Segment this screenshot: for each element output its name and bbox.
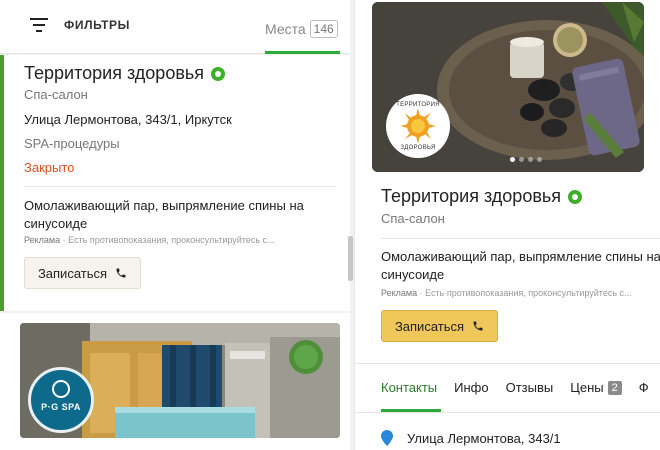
- tab-contacts[interactable]: Контакты: [381, 380, 437, 395]
- place-photo-gallery[interactable]: ТЕРРИТОРИЯ ЗДОРОВЬЯ: [372, 2, 644, 172]
- gallery-dot[interactable]: [537, 157, 542, 162]
- tab-photos[interactable]: Ф: [639, 380, 649, 395]
- ad-disclaimer-text: Есть противопоказания, проконсультируйте…: [68, 235, 275, 245]
- place-title[interactable]: Территория здоровья: [24, 63, 204, 84]
- book-button[interactable]: Записаться: [24, 257, 141, 289]
- prices-count-badge: 2: [607, 380, 622, 395]
- verified-icon: [211, 66, 226, 81]
- gallery-dot[interactable]: [519, 157, 524, 162]
- ad-disclaimer: Реклама · Есть противопоказания, проконс…: [24, 235, 275, 245]
- location-pin-icon: [381, 430, 393, 446]
- place-photo[interactable]: P·G SPA: [20, 323, 340, 438]
- results-header: ФИЛЬТРЫ Места 146: [0, 0, 350, 54]
- filter-icon: [30, 18, 48, 32]
- divider: [24, 186, 336, 187]
- ad-disclaimer-text: Есть противопоказания, проконсультируйте…: [425, 288, 632, 298]
- brand-logo: ТЕРРИТОРИЯ ЗДОРОВЬЯ: [386, 94, 450, 158]
- tab-reviews[interactable]: Отзывы: [506, 380, 554, 395]
- places-label: Места: [265, 21, 306, 37]
- detail-tabs-section: Контакты Инфо Отзывы Цены 2 Ф Улица Лермо…: [355, 363, 660, 450]
- filters-label: ФИЛЬТРЫ: [64, 18, 130, 32]
- brand-logo: P·G SPA: [28, 367, 94, 433]
- tab-info[interactable]: Инфо: [454, 380, 488, 395]
- phone-icon: [116, 268, 126, 278]
- status-badge: Закрыто: [24, 160, 75, 175]
- place-title: Территория здоровья: [381, 186, 562, 206]
- verified-icon: [568, 189, 583, 204]
- scrollbar-thumb[interactable]: [348, 236, 353, 281]
- detail-tabs: Контакты Инфо Отзывы Цены 2 Ф: [381, 380, 660, 395]
- tab-prices[interactable]: Цены 2: [570, 380, 622, 395]
- divider: [355, 412, 660, 413]
- promo-description: Омолаживающий пар, выпрямление спины на …: [381, 249, 660, 282]
- book-button-label: Записаться: [37, 265, 108, 281]
- address-row[interactable]: Улица Лермонтова, 343/1: [381, 430, 561, 446]
- filters-button[interactable]: ФИЛЬТРЫ: [30, 18, 130, 32]
- places-count-badge: 146: [309, 20, 338, 38]
- brand-logo-text-bottom: ЗДОРОВЬЯ: [400, 145, 436, 151]
- book-button[interactable]: Записаться: [381, 310, 498, 342]
- phone-icon: [473, 321, 483, 331]
- place-category: Спа-салон: [24, 87, 88, 102]
- gallery-dot[interactable]: [510, 157, 515, 162]
- tab-places[interactable]: Места 146: [265, 20, 338, 38]
- brand-logo-text: P·G SPA: [41, 402, 81, 412]
- place-category: Спа-салон: [381, 211, 445, 226]
- promo-description: Омолаживающий пар, выпрямление спины на …: [24, 198, 304, 231]
- gallery-pagination[interactable]: [510, 157, 546, 162]
- place-services: SPA-процедуры: [24, 136, 120, 151]
- gallery-dot[interactable]: [528, 157, 533, 162]
- list-item[interactable]: P·G SPA: [0, 313, 350, 450]
- ad-disclaimer: Реклама · Есть противопоказания, проконс…: [381, 288, 632, 298]
- places-tab-indicator: [265, 51, 340, 54]
- divider: [381, 238, 660, 239]
- place-detail-panel: ТЕРРИТОРИЯ ЗДОРОВЬЯ Территория здоровья …: [354, 0, 660, 450]
- place-address: Улица Лермонтова, 343/1, Иркутск: [24, 112, 232, 127]
- list-item[interactable]: Территория здоровья Спа-салон Улица Лерм…: [0, 55, 350, 311]
- ad-label: Реклама: [381, 288, 418, 298]
- book-button-label: Записаться: [394, 318, 465, 334]
- ad-label: Реклама: [24, 235, 61, 245]
- search-results-panel: ФИЛЬТРЫ Места 146 Территория здоровья Сп…: [0, 0, 354, 450]
- detail-address: Улица Лермонтова, 343/1: [407, 430, 561, 446]
